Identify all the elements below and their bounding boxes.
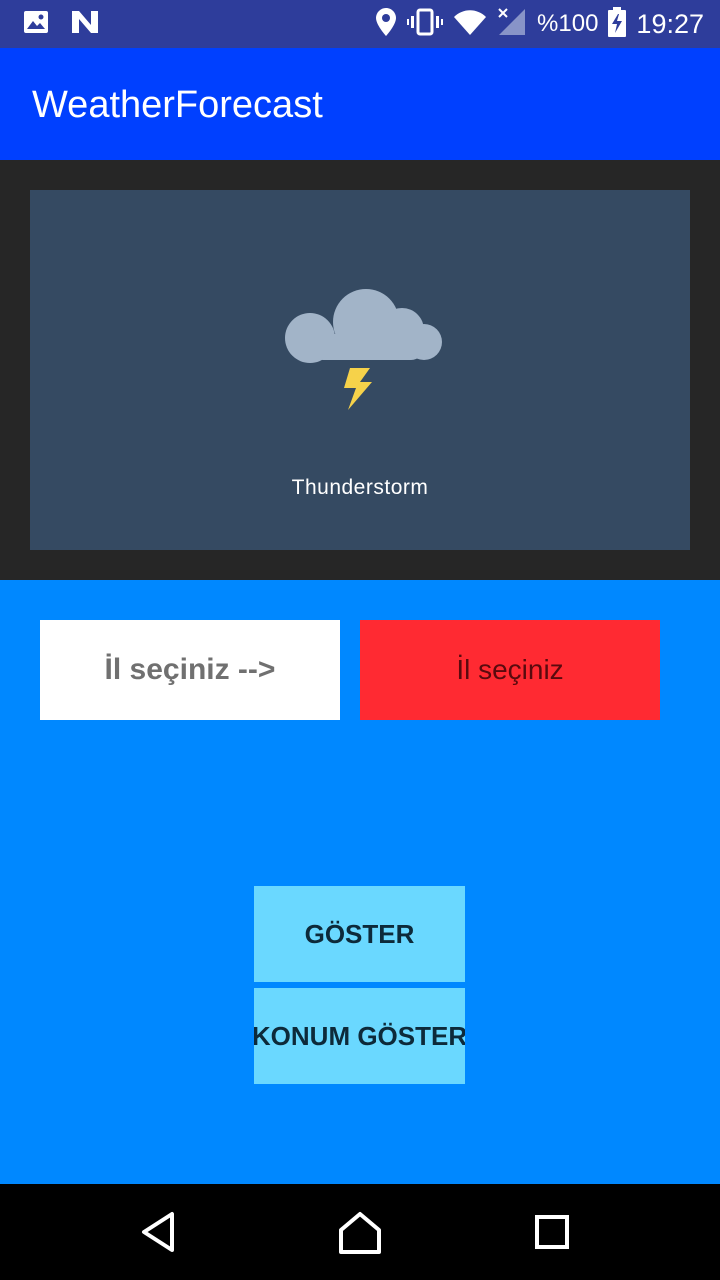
vibrate-icon xyxy=(407,8,444,41)
screen: %100 19:27 WeatherForecast Thunderstorm … xyxy=(0,0,720,1280)
n-icon xyxy=(70,8,100,41)
app-title: WeatherForecast xyxy=(32,84,323,126)
status-left xyxy=(22,8,100,41)
navigation-bar xyxy=(0,1184,720,1280)
recents-icon[interactable] xyxy=(528,1208,576,1256)
battery-text: %100 xyxy=(537,10,599,37)
image-icon xyxy=(22,8,50,41)
thunderstorm-icon xyxy=(274,282,446,415)
status-bar: %100 19:27 xyxy=(0,0,720,48)
status-right: %100 19:27 xyxy=(375,0,704,48)
wifi-icon xyxy=(453,8,487,41)
weather-card: Thunderstorm xyxy=(30,190,690,550)
weather-description: Thunderstorm xyxy=(291,476,429,499)
show-button[interactable]: GÖSTER xyxy=(254,886,465,982)
back-icon[interactable] xyxy=(136,1208,184,1256)
weather-section: Thunderstorm xyxy=(0,160,720,580)
city-select[interactable]: İl seçiniz xyxy=(360,620,660,720)
clock: 19:27 xyxy=(636,8,704,39)
controls-section: İl seçiniz --> İl seçiniz GÖSTER KONUM G… xyxy=(0,580,720,1184)
app-bar: WeatherForecast xyxy=(0,48,720,160)
signal-icon xyxy=(497,7,527,42)
city-label: İl seçiniz --> xyxy=(40,620,340,720)
battery-charging-icon xyxy=(608,6,627,42)
location-icon xyxy=(375,7,397,42)
home-icon[interactable] xyxy=(336,1208,384,1256)
show-location-button[interactable]: KONUM GÖSTER xyxy=(254,988,465,1084)
